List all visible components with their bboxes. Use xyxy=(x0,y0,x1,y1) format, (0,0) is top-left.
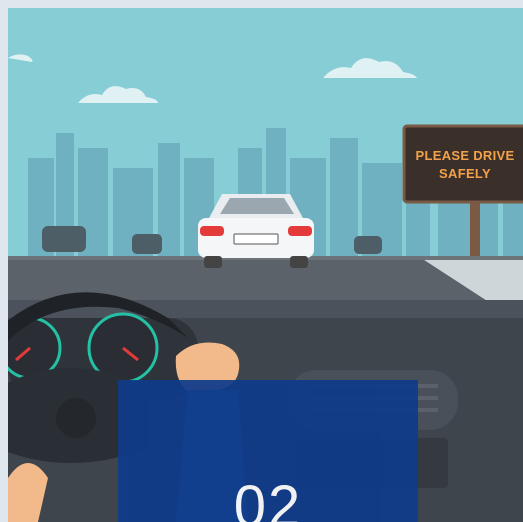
sign-text-line2: SAFELY xyxy=(439,166,491,181)
illustration-frame: PLEASE DRIVE SAFELY 02 xyxy=(0,0,523,522)
overlay-number: 02 xyxy=(233,474,303,522)
number-overlay-panel: 02 xyxy=(118,380,418,522)
sign-text-line1: PLEASE DRIVE xyxy=(416,148,515,163)
